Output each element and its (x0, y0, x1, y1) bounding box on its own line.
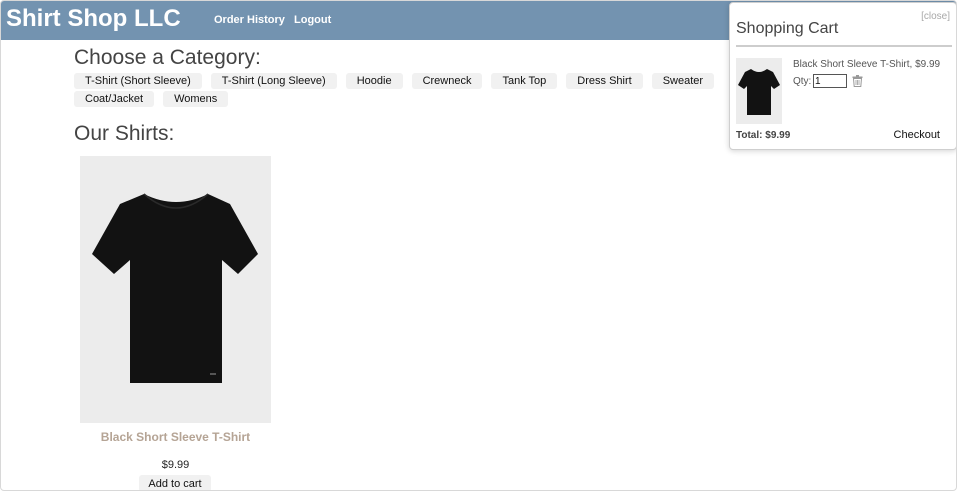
category-hoodie[interactable]: Hoodie (345, 73, 403, 89)
product-image[interactable] (80, 156, 271, 423)
add-to-cart-button[interactable]: Add to cart (139, 475, 211, 490)
shopping-cart-panel: [close] Shopping Cart Black Short Sleeve… (729, 2, 956, 150)
category-coat-jacket[interactable]: Coat/Jacket (74, 91, 155, 107)
cart-item-name: Black Short Sleeve T-Shirt, $9.99 (793, 59, 941, 70)
black-tshirt-thumbnail (738, 69, 780, 115)
category-tank-top[interactable]: Tank Top (491, 73, 558, 89)
order-history-link[interactable]: Order History (214, 14, 285, 26)
category-heading: Choose a Category: (74, 46, 261, 69)
cart-qty-label: Qty: (793, 76, 812, 87)
category-list: T-Shirt (Short Sleeve) T-Shirt (Long Sle… (74, 73, 734, 107)
product-name-link[interactable]: Black Short Sleeve T-Shirt (80, 430, 271, 444)
cart-title: Shopping Cart (736, 20, 839, 37)
category-tshirt-long-sleeve[interactable]: T-Shirt (Long Sleeve) (210, 73, 337, 89)
cart-item-thumbnail (736, 58, 782, 124)
brand-logo-link[interactable]: Shirt Shop LLC (6, 5, 181, 33)
checkout-button[interactable]: Checkout (894, 129, 940, 141)
category-tshirt-short-sleeve[interactable]: T-Shirt (Short Sleeve) (74, 73, 202, 89)
category-womens[interactable]: Womens (163, 91, 229, 107)
product-price: $9.99 (161, 459, 190, 471)
category-dress-shirt[interactable]: Dress Shirt (566, 73, 643, 89)
cart-total: Total: $9.99 (736, 130, 791, 141)
logout-link[interactable]: Logout (294, 14, 331, 26)
products-heading: Our Shirts: (74, 122, 175, 145)
cart-close-link[interactable]: [close] (921, 11, 950, 22)
category-crewneck[interactable]: Crewneck (411, 73, 483, 89)
black-tshirt-image (92, 193, 258, 383)
trash-icon[interactable] (852, 75, 863, 87)
cart-qty-input[interactable] (813, 74, 847, 88)
cart-divider (736, 45, 952, 47)
category-sweater[interactable]: Sweater (651, 73, 715, 89)
browser-viewport: Shirt Shop LLC Order History Logout Choo… (0, 0, 957, 491)
